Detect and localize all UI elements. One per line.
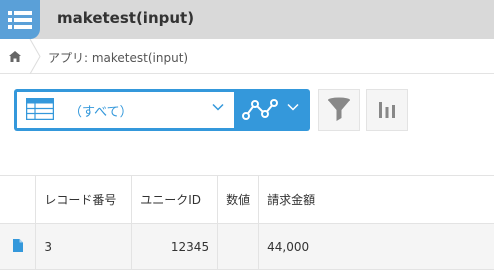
filter-button[interactable]	[318, 89, 360, 131]
list-icon[interactable]	[0, 0, 40, 39]
cell-unique-id: 12345	[131, 223, 218, 270]
cell-record-number: 3	[35, 223, 132, 270]
bar-chart-icon	[379, 102, 395, 118]
table-row[interactable]: 3 12345 44,000	[0, 223, 494, 270]
cell-number	[217, 223, 259, 270]
record-table: レコード番号 ユニークID 数値 請求金額 3 12345 44,000	[0, 175, 494, 270]
filter-icon	[328, 97, 350, 121]
table-header-row: レコード番号 ユニークID 数値 請求金額	[0, 175, 494, 224]
graph-view-button[interactable]	[234, 89, 310, 131]
cell-billing-amount: 44,000	[258, 223, 494, 270]
header-unique-id[interactable]: ユニークID	[131, 175, 218, 224]
header-detail	[0, 176, 36, 224]
home-icon[interactable]	[0, 39, 30, 74]
view-select[interactable]: （すべて）	[14, 89, 244, 131]
header-record-number[interactable]: レコード番号	[35, 175, 132, 224]
app-title: maketest(input)	[57, 9, 195, 27]
breadcrumb: アプリ: maketest(input)	[0, 39, 494, 74]
line-graph-icon	[242, 99, 278, 120]
header-number[interactable]: 数値	[217, 175, 259, 224]
view-label: （すべて）	[69, 105, 133, 120]
breadcrumb-app-link[interactable]: アプリ: maketest(input)	[48, 49, 188, 66]
record-detail-link[interactable]	[0, 224, 36, 270]
chart-button[interactable]	[366, 89, 408, 131]
header-billing-amount[interactable]: 請求金額	[258, 175, 494, 224]
breadcrumb-separator	[29, 39, 41, 74]
table-view-icon	[26, 98, 54, 120]
chevron-down-icon	[212, 103, 224, 111]
chevron-down-icon	[287, 103, 299, 111]
app-header: maketest(input)	[0, 0, 494, 39]
view-select-box[interactable]: （すべて）	[17, 92, 244, 128]
document-icon	[12, 238, 23, 252]
